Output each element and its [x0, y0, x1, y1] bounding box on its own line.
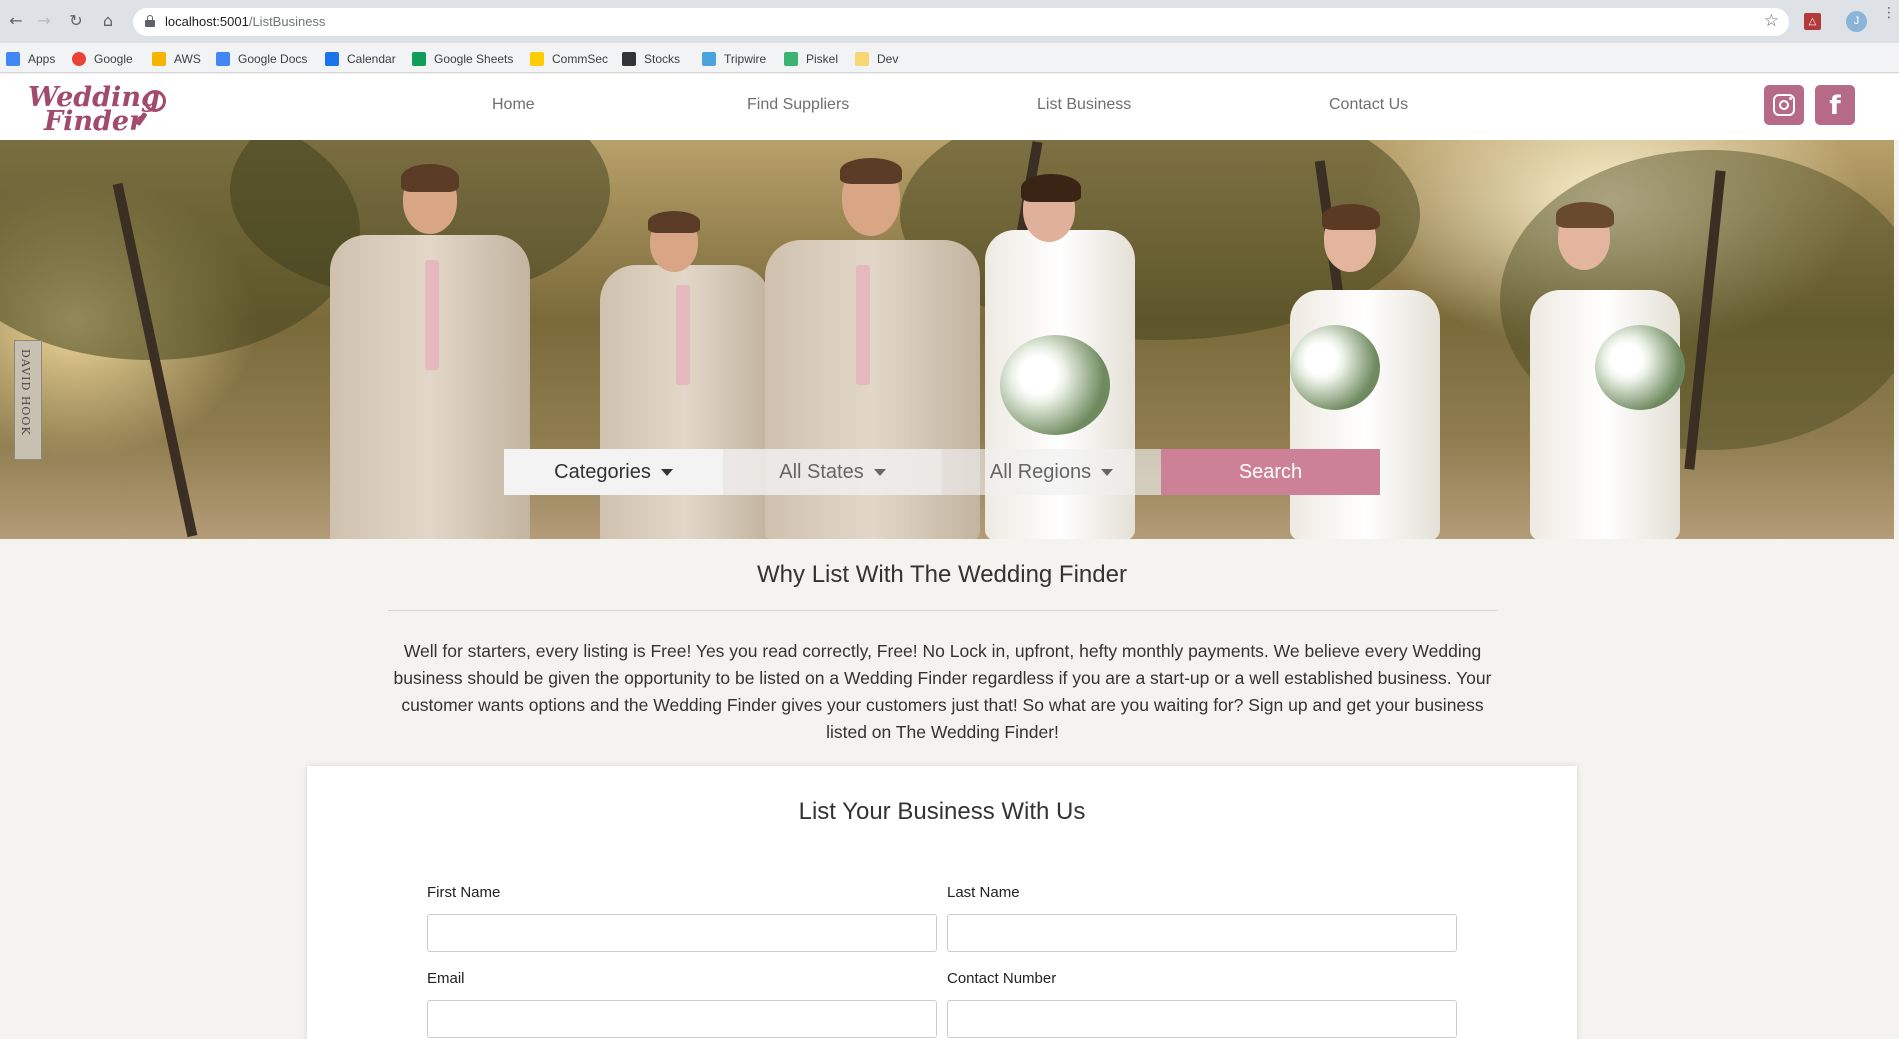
- url-text: localhost:5001/ListBusiness: [165, 14, 326, 29]
- nav-find-suppliers[interactable]: Find Suppliers: [747, 96, 849, 114]
- hero-search-bar: Categories All States All Regions Search: [504, 449, 1380, 495]
- wedding-finder-logo[interactable]: Wedding Finder: [26, 80, 176, 137]
- regions-dropdown[interactable]: All Regions: [942, 449, 1161, 495]
- tripwire-icon: [702, 52, 716, 66]
- sheets-icon: [412, 52, 426, 66]
- facebook-icon[interactable]: f: [1815, 85, 1855, 125]
- stocks-icon: [622, 52, 636, 66]
- google-icon: [72, 52, 86, 66]
- forward-icon[interactable]: →: [34, 11, 54, 31]
- caret-down-icon: [873, 468, 886, 476]
- site-header: Wedding Finder Home Find Suppliers List …: [0, 74, 1899, 140]
- folder-icon: [152, 52, 166, 66]
- caret-down-icon: [660, 468, 673, 476]
- first-name-input[interactable]: [427, 914, 937, 952]
- why-description: Well for starters, every listing is Free…: [393, 641, 1492, 742]
- folder-icon: [855, 52, 869, 66]
- contact-number-label: Contact Number: [947, 970, 1057, 987]
- nav-home[interactable]: Home: [492, 96, 535, 114]
- bookmark-commsec[interactable]: CommSec: [530, 51, 608, 67]
- states-dropdown[interactable]: All States: [723, 449, 942, 495]
- pdf-extension-icon[interactable]: △: [1804, 13, 1821, 30]
- reload-icon[interactable]: ↻: [66, 11, 86, 31]
- back-icon[interactable]: ←: [6, 11, 26, 31]
- email-label: Email: [427, 970, 465, 987]
- bookmark-google[interactable]: Google: [72, 51, 133, 67]
- piskel-icon: [784, 52, 798, 66]
- bookmark-apps[interactable]: Apps: [6, 51, 55, 67]
- bookmark-google-sheets[interactable]: Google Sheets: [412, 51, 513, 67]
- browser-menu-icon[interactable]: ⋮: [1882, 6, 1896, 20]
- instagram-icon[interactable]: [1764, 85, 1804, 125]
- last-name-input[interactable]: [947, 914, 1457, 952]
- bookmark-google-docs[interactable]: Google Docs: [216, 51, 307, 67]
- nav-contact-us[interactable]: Contact Us: [1329, 96, 1408, 114]
- watermark-sign: DAVID HOOK: [14, 340, 42, 460]
- apps-icon: [6, 52, 20, 66]
- nav-list-business[interactable]: List Business: [1037, 96, 1131, 114]
- bookmark-tripwire[interactable]: Tripwire: [702, 51, 766, 67]
- form-title: List Your Business With Us: [798, 798, 1086, 825]
- last-name-label: Last Name: [947, 884, 1020, 901]
- bookmark-star-icon[interactable]: ☆: [1764, 11, 1779, 31]
- search-button[interactable]: Search: [1161, 449, 1380, 495]
- why-title: Why List With The Wedding Finder: [757, 561, 1127, 588]
- categories-dropdown[interactable]: Categories: [504, 449, 723, 495]
- bookmark-aws[interactable]: AWS: [152, 51, 201, 67]
- caret-down-icon: [1101, 468, 1114, 476]
- profile-avatar[interactable]: J: [1846, 11, 1867, 32]
- address-bar[interactable]: localhost:5001/ListBusiness ☆: [133, 8, 1789, 36]
- bookmark-calendar[interactable]: Calendar: [325, 51, 396, 67]
- home-icon[interactable]: ⌂: [98, 11, 118, 31]
- bookmark-dev[interactable]: Dev: [855, 51, 898, 67]
- divider: [388, 610, 1497, 611]
- contact-number-input[interactable]: [947, 1000, 1457, 1038]
- browser-toolbar: ← → ↻ ⌂ localhost:5001/ListBusiness ☆ △ …: [0, 0, 1899, 43]
- bookmark-stocks[interactable]: Stocks: [622, 51, 680, 67]
- magnifier-ring-icon: [144, 90, 166, 112]
- commsec-icon: [530, 52, 544, 66]
- lock-icon: [145, 15, 155, 27]
- docs-icon: [216, 52, 230, 66]
- calendar-icon: [325, 52, 339, 66]
- first-name-label: First Name: [427, 884, 501, 901]
- bookmarks-bar: Apps Google AWS Google Docs Calendar Goo…: [0, 43, 1899, 73]
- bookmark-piskel[interactable]: Piskel: [784, 51, 838, 67]
- list-business-form: List Your Business With Us First Name La…: [307, 766, 1577, 1039]
- email-input[interactable]: [427, 1000, 937, 1038]
